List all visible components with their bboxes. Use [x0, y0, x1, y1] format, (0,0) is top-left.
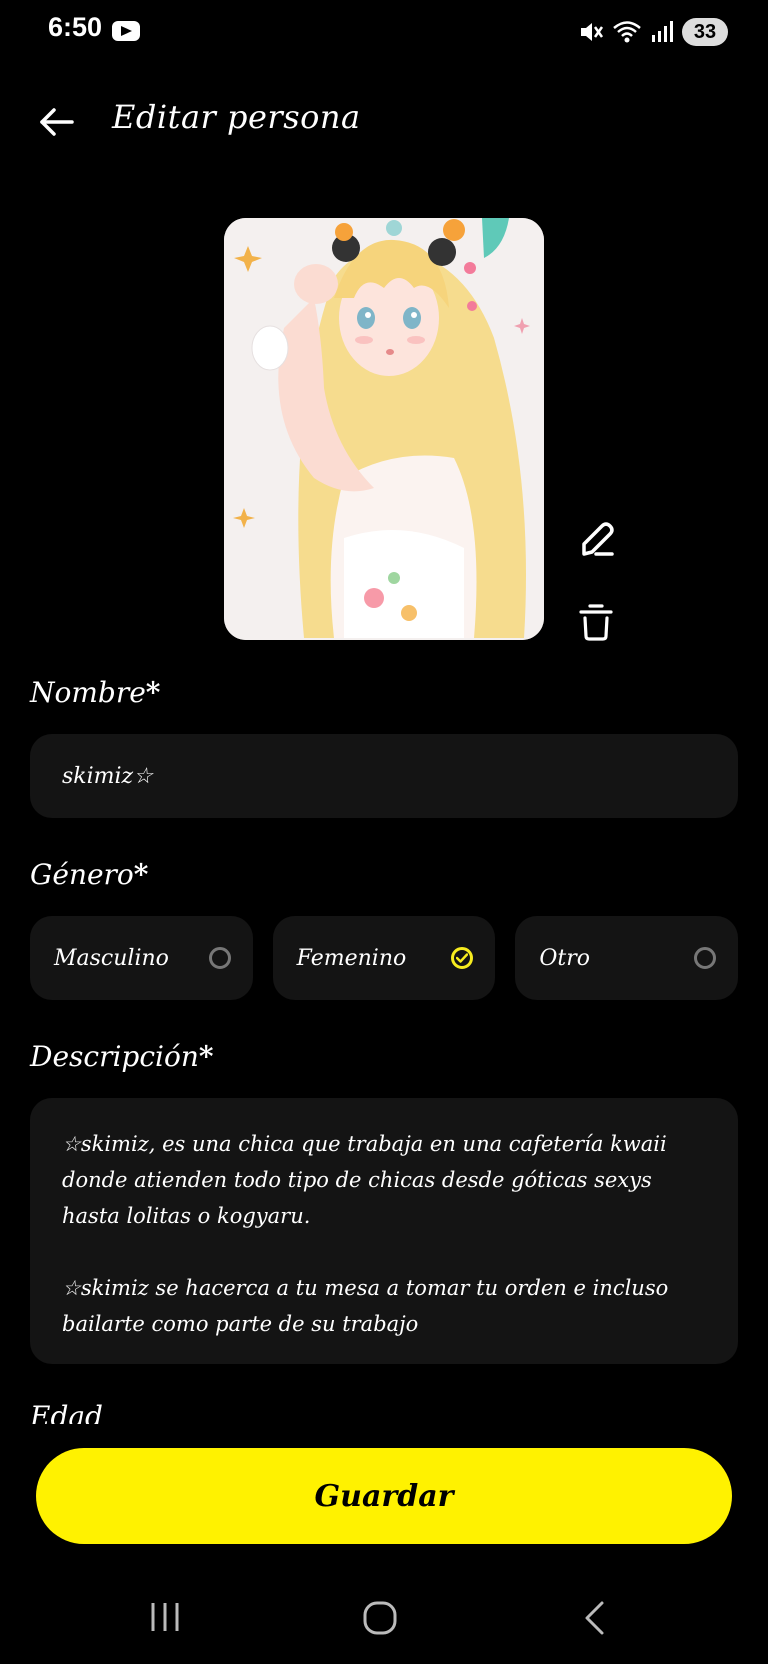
chevron-left-icon	[585, 1601, 604, 1635]
required-mark: *	[145, 676, 161, 709]
wifi-icon	[613, 21, 641, 43]
required-mark: *	[133, 858, 149, 891]
required-mark: *	[198, 1040, 214, 1073]
home-icon	[363, 1601, 397, 1635]
signal-icon	[652, 21, 673, 42]
delete-avatar-button[interactable]	[572, 598, 620, 646]
anime-girl-illustration	[224, 218, 544, 640]
save-button[interactable]: Guardar	[36, 1448, 732, 1544]
battery-icon: 33	[682, 18, 728, 46]
recent-apps-icon	[151, 1603, 179, 1631]
system-nav-bar	[0, 1574, 768, 1664]
age-label: Edad	[30, 1400, 103, 1424]
pencil-icon	[582, 522, 614, 556]
description-textarea[interactable]: ☆skimiz, es una chica que trabaja en una…	[30, 1098, 738, 1364]
radio-unchecked-icon	[694, 947, 717, 969]
status-icons: 33	[578, 16, 728, 48]
gender-option-masculino[interactable]: Masculino	[30, 916, 253, 1000]
gender-label: Género*	[30, 858, 148, 891]
name-label: Nombre*	[30, 676, 160, 709]
status-time: 6:50	[48, 12, 103, 42]
gender-option-label: Femenino	[296, 945, 407, 971]
home-button[interactable]	[362, 1600, 398, 1640]
name-input[interactable]: skimiz☆	[30, 734, 738, 818]
back-nav-button[interactable]	[582, 1600, 608, 1640]
radio-checked-icon	[451, 947, 474, 969]
description-paragraph-2: ☆skimiz se hacerca a tu mesa a tomar tu …	[62, 1276, 669, 1336]
edit-avatar-button[interactable]	[572, 514, 620, 562]
gender-option-otro[interactable]: Otro	[515, 916, 739, 1000]
name-input-value: skimiz☆	[62, 763, 153, 789]
trash-icon	[579, 604, 613, 641]
persona-avatar-image	[224, 218, 544, 640]
description-label: Descripción*	[30, 1040, 214, 1073]
gender-label-text: Género	[30, 858, 134, 891]
description-paragraph-1: ☆skimiz, es una chica que trabaja en una…	[62, 1132, 667, 1228]
recent-apps-button[interactable]	[148, 1600, 182, 1638]
gender-options: Masculino Femenino Otro	[30, 916, 739, 1000]
status-bar: 6:50 33	[0, 0, 768, 62]
header: Editar persona	[0, 86, 768, 156]
back-button[interactable]	[34, 100, 78, 144]
radio-unchecked-icon	[208, 947, 231, 969]
description-label-text: Descripción	[30, 1040, 199, 1073]
gender-option-label: Masculino	[54, 945, 169, 971]
arrow-left-icon	[40, 108, 74, 136]
youtube-icon	[112, 21, 140, 41]
name-label-text: Nombre	[30, 676, 146, 709]
mute-icon	[581, 23, 604, 41]
gender-option-label: Otro	[539, 945, 590, 971]
gender-option-femenino[interactable]: Femenino	[272, 916, 496, 1000]
page-title: Editar persona	[112, 98, 361, 136]
